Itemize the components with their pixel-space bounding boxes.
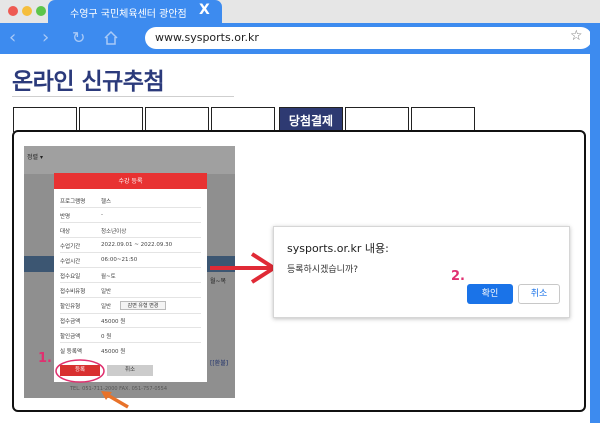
dialog-title: sysports.or.kr 내용: [287,242,389,255]
confirm-ok-button[interactable]: 확인 [467,284,513,304]
step-number-1: 1. [38,351,52,366]
annotation-overlay [55,252,520,409]
step-number-2: 2. [451,269,465,284]
dialog-message: 등록하시겠습니까? [287,265,359,275]
register-highlight-circle [55,359,105,383]
confirm-cancel-button[interactable]: 취소 [518,284,560,304]
